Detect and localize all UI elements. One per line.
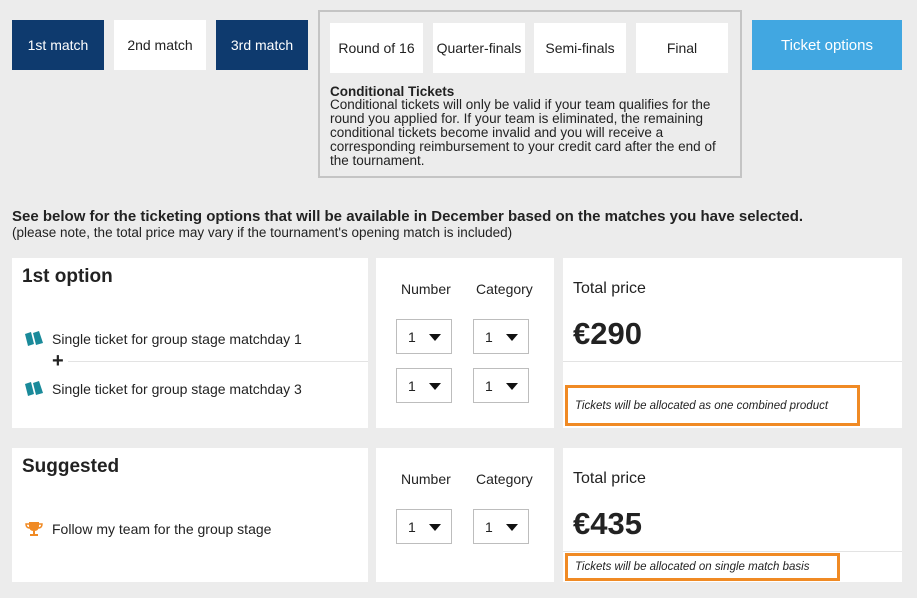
number-select-value: 1 xyxy=(408,328,416,345)
number-select[interactable]: 1 xyxy=(396,368,452,403)
chevron-down-icon xyxy=(429,524,441,531)
number-select[interactable]: 1 xyxy=(396,319,452,354)
plus-sign: + xyxy=(52,350,64,372)
list-item: Single ticket for group stage matchday 3 xyxy=(24,380,302,398)
item-label: Single ticket for group stage matchday 1 xyxy=(52,331,302,347)
semi-finals-button[interactable]: Semi-finals xyxy=(534,23,626,73)
option-1-selectors-panel: Number Category 1 1 1 1 xyxy=(376,258,554,428)
number-select-value: 1 xyxy=(408,518,416,535)
number-column-header: Number xyxy=(401,471,451,487)
category-select-value: 1 xyxy=(485,328,493,345)
quarter-finals-button[interactable]: Quarter-finals xyxy=(433,23,525,73)
list-item: Follow my team for the group stage xyxy=(24,520,271,538)
divider xyxy=(563,551,902,552)
item-label: Single ticket for group stage matchday 3 xyxy=(52,381,302,397)
total-price-label: Total price xyxy=(573,280,646,297)
knockout-rounds-panel: Round of 16 Quarter-finals Semi-finals F… xyxy=(318,10,742,178)
option-2-price-panel: Total price €435 Tickets will be allocat… xyxy=(563,448,902,582)
category-select[interactable]: 1 xyxy=(473,319,529,354)
category-column-header: Category xyxy=(476,281,533,297)
tab-3rd-match[interactable]: 3rd match xyxy=(216,20,308,70)
category-select-value: 1 xyxy=(485,518,493,535)
chevron-down-icon xyxy=(506,524,518,531)
ticket-icon xyxy=(25,381,43,396)
divider xyxy=(68,361,368,362)
category-column-header: Category xyxy=(476,471,533,487)
option-1-items-panel: 1st option Single ticket for group stage… xyxy=(12,258,368,428)
option-title: 1st option xyxy=(22,266,113,287)
item-label: Follow my team for the group stage xyxy=(52,521,272,537)
total-price-value: €290 xyxy=(573,316,642,351)
number-select-value: 1 xyxy=(408,377,416,394)
number-select[interactable]: 1 xyxy=(396,509,452,544)
tab-2nd-match[interactable]: 2nd match xyxy=(114,20,206,70)
option-1-price-panel: Total price €290 Tickets will be allocat… xyxy=(563,258,902,428)
divider xyxy=(563,361,902,362)
chevron-down-icon xyxy=(429,383,441,390)
ticketing-headline: See below for the ticketing options that… xyxy=(12,208,804,225)
number-column-header: Number xyxy=(401,281,451,297)
final-button[interactable]: Final xyxy=(636,23,728,73)
conditional-tickets-text: Conditional tickets will only be valid i… xyxy=(330,97,716,168)
list-item: Single ticket for group stage matchday 1 xyxy=(24,330,302,348)
chevron-down-icon xyxy=(506,334,518,341)
total-price-label: Total price xyxy=(573,470,646,487)
trophy-icon xyxy=(25,522,43,536)
allocation-note: Tickets will be allocated on single matc… xyxy=(565,553,840,581)
option-2-items-panel: Suggested Follow my team for the group s… xyxy=(12,448,368,582)
option-2-selectors-panel: Number Category 1 1 xyxy=(376,448,554,582)
ticket-icon xyxy=(25,331,43,346)
allocation-note: Tickets will be allocated as one combine… xyxy=(565,385,860,426)
round-of-16-button[interactable]: Round of 16 xyxy=(330,23,423,73)
ticketing-subline: (please note, the total price may vary i… xyxy=(12,225,513,240)
chevron-down-icon xyxy=(429,334,441,341)
chevron-down-icon xyxy=(506,383,518,390)
category-select-value: 1 xyxy=(485,377,493,394)
tab-1st-match[interactable]: 1st match xyxy=(12,20,104,70)
ticket-options-button[interactable]: Ticket options xyxy=(752,20,902,70)
option-title: Suggested xyxy=(22,456,120,477)
category-select[interactable]: 1 xyxy=(473,509,529,544)
total-price-value: €435 xyxy=(573,506,642,541)
category-select[interactable]: 1 xyxy=(473,368,529,403)
